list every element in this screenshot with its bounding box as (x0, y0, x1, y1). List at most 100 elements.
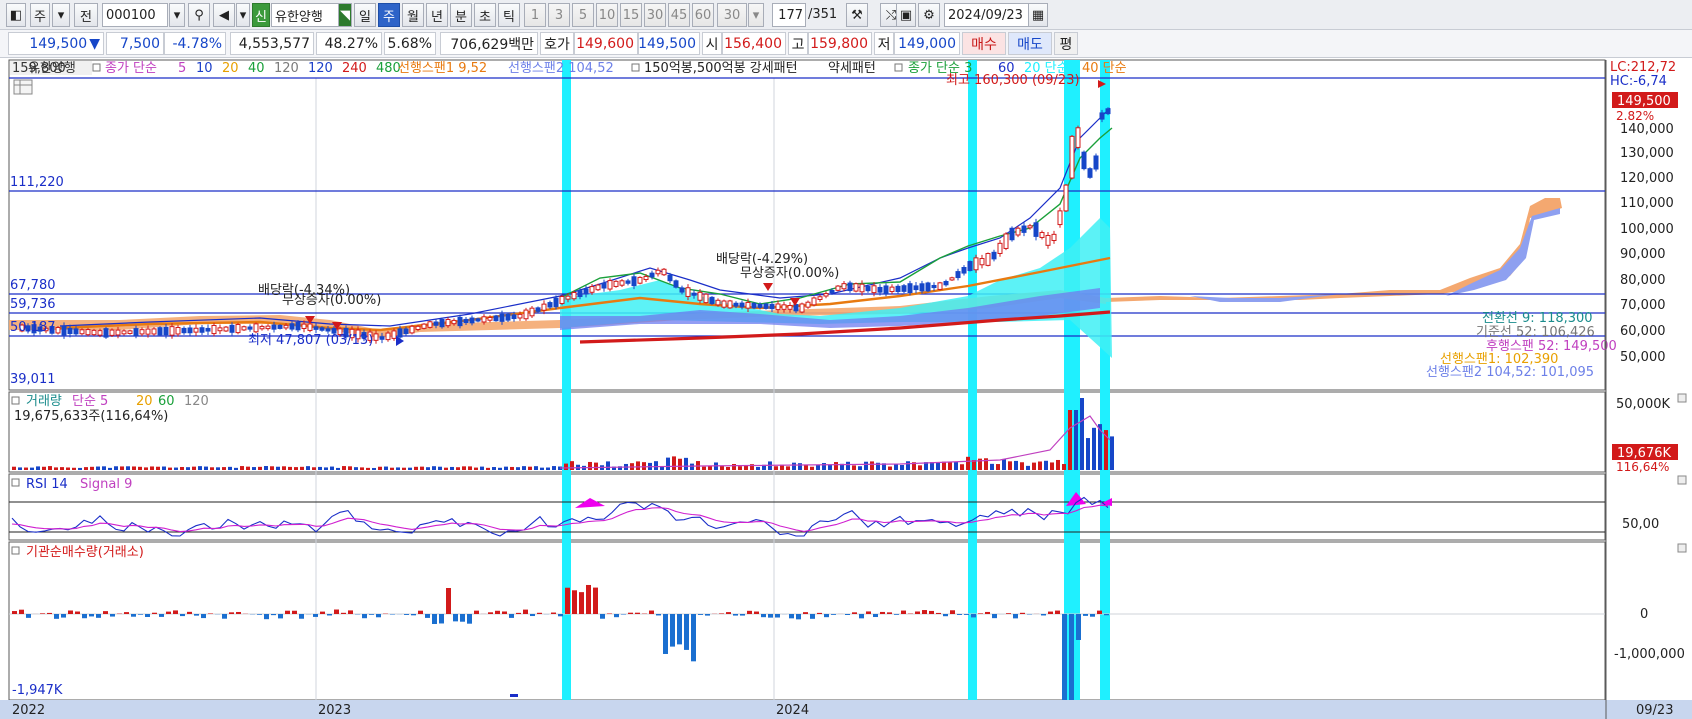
interval-input[interactable]: 30 (717, 3, 747, 27)
x-axis (0, 700, 1692, 719)
interval-10[interactable]: 10 (596, 3, 618, 27)
inst-bar (75, 611, 80, 614)
stock-chart[interactable]: 최고 160,300 (09/23) 최저 47,807 (03/13) 배당락… (0, 58, 1692, 719)
tab-tick[interactable]: 틱 (498, 3, 520, 27)
inst-bar (159, 614, 164, 617)
interval-1[interactable]: 1 (524, 3, 546, 27)
bonus-annotation-1: 무상증자(0.00%) (282, 293, 381, 308)
candle-body (745, 301, 751, 309)
code-dropdown-icon[interactable]: ▾ (169, 3, 185, 27)
candle-body (385, 332, 391, 341)
inst-bar (726, 612, 731, 614)
lc-value: LC:212,72 (1610, 60, 1676, 75)
candle-body (493, 315, 499, 322)
volume-bar (18, 467, 22, 470)
date-input[interactable]: 2024/09/23 (944, 3, 1036, 27)
stock-code-input[interactable]: 000100 (102, 3, 168, 27)
inst-bar (530, 614, 535, 617)
candle-body (139, 329, 145, 335)
period-type-select[interactable]: 주 (30, 3, 50, 27)
volume-bar (156, 466, 160, 470)
table-icon[interactable] (13, 79, 33, 95)
stock-name-corner-icon[interactable]: ◥ (338, 3, 352, 27)
volume-bar (228, 466, 232, 470)
tab-month[interactable]: 월 (402, 3, 424, 27)
count-input[interactable]: 177 (772, 3, 806, 27)
candle-body (1063, 184, 1069, 212)
candle-body (421, 323, 427, 329)
interval-45[interactable]: 45 (668, 3, 690, 27)
inst-bar (432, 614, 437, 624)
volume-bar (810, 466, 814, 470)
inst-bar (516, 612, 521, 614)
candle-body (685, 287, 691, 297)
panel-close-icon[interactable] (1677, 543, 1687, 553)
tab-year[interactable]: 년 (426, 3, 448, 27)
turnover-rate: 5.68% (384, 32, 436, 55)
evaluate-button[interactable]: 평 (1054, 32, 1078, 55)
volume-bar (24, 467, 28, 470)
tab-day[interactable]: 일 (354, 3, 376, 27)
inst-bar (194, 614, 199, 616)
inst-bar (887, 612, 892, 614)
search-icon[interactable]: ⚲ (188, 3, 210, 27)
interval-dropdown-icon[interactable]: ▾ (748, 3, 764, 27)
prev-button[interactable]: 전 (74, 3, 98, 27)
candle-body (589, 286, 595, 293)
candle-body (613, 280, 619, 287)
volume-bar (996, 464, 1000, 470)
volume-bar (270, 466, 274, 470)
candle-body (145, 328, 151, 335)
menu-icon[interactable]: ◧ (6, 3, 26, 27)
candle-body (1069, 135, 1075, 179)
candle-body (391, 330, 397, 339)
volume-bar (1074, 410, 1078, 470)
volume-bar (468, 466, 472, 470)
interval-30[interactable]: 30 (644, 3, 666, 27)
low-annotation: 최저 47,807 (03/13) (248, 333, 373, 348)
calendar-icon[interactable]: ▦ (1028, 3, 1048, 27)
candle-body (871, 285, 877, 294)
current-pct-tag: 2.82% (1616, 109, 1654, 123)
candle-body (217, 327, 223, 332)
panel-close-icon[interactable] (1677, 475, 1687, 485)
interval-5[interactable]: 5 (572, 3, 594, 27)
speaker-icon[interactable]: ◀ (213, 3, 235, 27)
candle-body (997, 242, 1003, 254)
tab-minute[interactable]: 분 (450, 3, 472, 27)
inst-bar (502, 611, 507, 614)
buy-button[interactable]: 매수 (962, 32, 1006, 55)
inst-bar (341, 612, 346, 614)
speaker-dropdown-icon[interactable]: ▾ (236, 3, 250, 27)
interval-15[interactable]: 15 (620, 3, 642, 27)
candle-body (553, 297, 559, 308)
candle-body (169, 326, 175, 336)
gear-icon[interactable]: ⚙ (918, 3, 940, 27)
inst-bar (82, 614, 87, 619)
candle-body (115, 329, 121, 336)
candle-body (469, 317, 475, 324)
legend-ma-period: 10 (196, 61, 213, 76)
tab-second[interactable]: 초 (474, 3, 496, 27)
hline-label: 59,736 (10, 297, 56, 312)
ichimoku-label: 전환선 9: 118,300 (1482, 311, 1593, 326)
candle-body (1093, 155, 1099, 170)
candle-body (445, 318, 451, 327)
inst-bar (327, 614, 332, 616)
panel-close-icon[interactable] (1677, 393, 1687, 403)
tab-week[interactable]: 주 (378, 3, 400, 27)
inst-bar (677, 614, 682, 645)
interval-60[interactable]: 60 (692, 3, 714, 27)
chart-tool-icon[interactable]: ⚒ (846, 3, 868, 27)
candle-body (193, 327, 199, 333)
sell-button[interactable]: 매도 (1008, 32, 1052, 55)
legend-ma-period: 40 (248, 61, 265, 76)
save-icon[interactable]: ▣ (896, 3, 916, 27)
candle-body (175, 326, 181, 335)
interval-3[interactable]: 3 (548, 3, 570, 27)
chevron-down-icon[interactable]: ▾ (52, 3, 70, 27)
volume-bar (108, 467, 112, 470)
candle-body (769, 303, 775, 310)
candle-body (463, 318, 469, 324)
candle-body (451, 319, 457, 325)
